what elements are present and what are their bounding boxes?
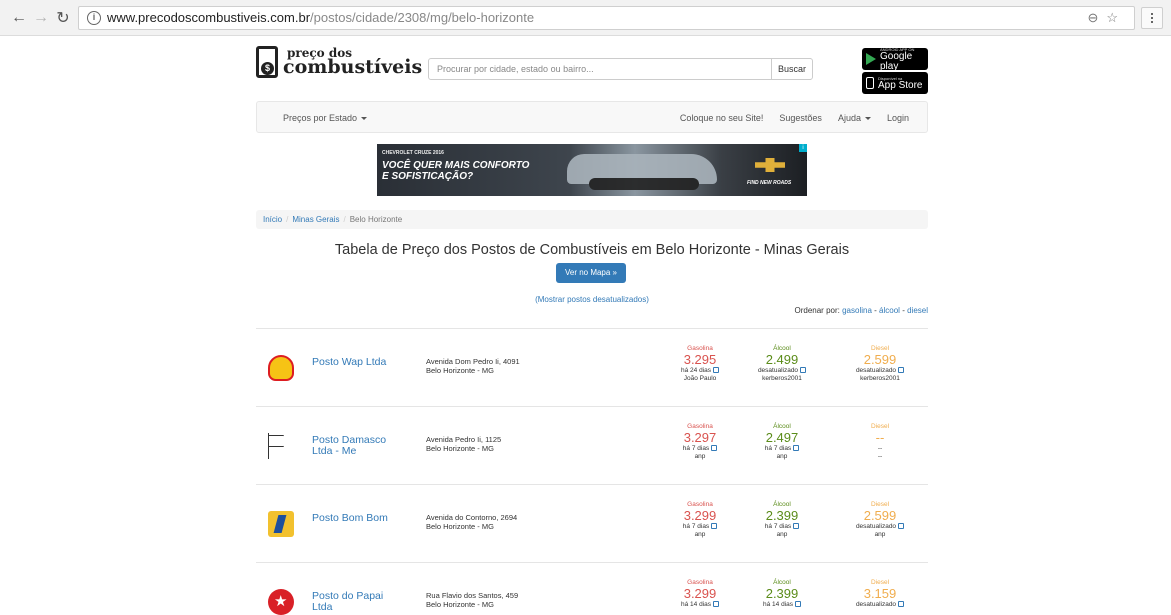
station-address: Avenida do Contorno, 2694 Belo Horizonte … [426, 513, 518, 531]
texaco-logo-icon [268, 589, 294, 615]
diesel-price: Diesel 2.599 desatualizado anp [850, 501, 910, 539]
station-row: Posto Wap Ltda Avenida Dom Pedro Ii, 409… [256, 328, 928, 406]
search-input[interactable]: Procurar por cidade, estado ou bairro... [428, 58, 811, 80]
alcohol-price: Álcool 2.399 há 7 dias anp [764, 501, 800, 538]
url-host: www.precodoscombustiveis.com.br [107, 10, 311, 25]
diesel-price: Diesel 2.599 desatualizado kerberos2001 [850, 345, 910, 383]
sort-options: Ordenar por: gasolina - álcool - diesel [794, 306, 929, 315]
alcohol-price: Álcool 2.399 há 14 dias [752, 579, 812, 609]
station-name-link[interactable]: Posto do Papai Ltda [312, 591, 402, 613]
shell-logo-icon [268, 355, 294, 381]
gasoline-price: Gasolina 3.299 há 14 dias [670, 579, 730, 609]
search-button[interactable]: Buscar [771, 58, 813, 80]
flag-icon [268, 433, 294, 459]
google-play-icon [866, 53, 876, 65]
edit-price-icon[interactable] [711, 523, 718, 530]
station-row: Posto Bom Bom Avenida do Contorno, 2694 B… [256, 484, 928, 562]
breadcrumb: Início / Minas Gerais / Belo Horizonte [256, 210, 928, 229]
fuel-pump-icon [256, 46, 278, 78]
reload-icon[interactable]: ↻ [52, 8, 74, 28]
edit-price-icon[interactable] [800, 367, 807, 374]
station-address: Avenida Dom Pedro Ii, 4091 Belo Horizonte… [426, 357, 520, 375]
address-bar[interactable]: i www.precodoscombustiveis.com.br/postos… [78, 5, 1135, 30]
forward-icon[interactable]: → [30, 9, 52, 27]
gasoline-price: Gasolina 3.299 há 7 dias anp [682, 501, 718, 538]
ad-banner[interactable]: CHEVROLET CRUZE 2016 VOCÊ QUER MAIS CONF… [377, 144, 807, 196]
sort-gasoline-link[interactable]: gasolina [842, 306, 872, 315]
station-name-link[interactable]: Posto Bom Bom [312, 513, 402, 524]
site-logo[interactable]: preço dos combustíveis [256, 46, 422, 78]
page-container: preço dos combustíveis Procurar por cida… [256, 36, 928, 615]
google-play-badge[interactable]: ANDROID APP ON Google play [862, 47, 928, 71]
diesel-price: Diesel -- -- -- [870, 423, 890, 460]
edit-price-icon[interactable] [898, 367, 905, 374]
edit-price-icon[interactable] [795, 601, 801, 608]
app-store-badge[interactable]: Disponível na App Store [862, 72, 928, 94]
show-outdated-link[interactable]: (Mostrar postos desatualizados) [256, 295, 928, 304]
logo-line-2: combustíveis [283, 55, 423, 78]
station-row: Posto do Papai Ltda Rua Flavio dos Santo… [256, 562, 928, 615]
sort-alcohol-link[interactable]: álcool [879, 306, 900, 315]
ad-choices-icon[interactable]: i [799, 144, 807, 152]
edit-price-icon[interactable] [793, 523, 800, 530]
edit-price-icon[interactable] [713, 601, 719, 608]
edit-price-icon[interactable] [898, 523, 905, 530]
nav-states-dropdown[interactable]: Preços por Estado [283, 113, 368, 123]
edit-price-icon[interactable] [711, 445, 718, 452]
browser-menu-icon[interactable] [1141, 6, 1163, 29]
gasoline-price: Gasolina 3.297 há 7 dias anp [682, 423, 718, 460]
view-map-button[interactable]: Ver no Mapa » [556, 263, 626, 283]
diesel-price: Diesel 3.159 desatualizado [850, 579, 910, 609]
bookmark-star-icon[interactable]: ☆ [1106, 10, 1126, 25]
breadcrumb-home[interactable]: Início [263, 215, 282, 224]
breadcrumb-city: Belo Horizonte [349, 215, 403, 224]
station-name-link[interactable]: Posto Damasco Ltda - Me [312, 435, 402, 457]
car-image [567, 154, 717, 190]
zoom-icon[interactable]: ⊖ [1087, 10, 1106, 25]
info-icon[interactable]: i [87, 10, 101, 25]
caret-down-icon [361, 117, 368, 121]
caret-down-icon [864, 117, 871, 121]
site-header: preço dos combustíveis Procurar por cida… [256, 36, 928, 98]
browser-toolbar: ← → ↻ i www.precodoscombustiveis.com.br /… [0, 0, 1171, 36]
alcohol-price: Álcool 2.499 desatualizado kerberos2001 [752, 345, 812, 383]
edit-price-icon[interactable] [898, 601, 905, 608]
main-navbar: Preços por Estado Coloque no seu Site! S… [256, 101, 928, 133]
breadcrumb-state[interactable]: Minas Gerais [292, 215, 339, 224]
gasoline-price: Gasolina 3.295 há 24 dias João Paulo [670, 345, 730, 383]
url-path: /postos/cidade/2308/mg/belo-horizonte [310, 10, 535, 25]
station-row: Posto Damasco Ltda - Me Avenida Pedro Ii… [256, 406, 928, 484]
page-title: Tabela de Preço dos Postos de Combustíve… [334, 242, 850, 258]
station-address: Rua Flavio dos Santos, 459 Belo Horizonte… [426, 591, 519, 609]
back-icon[interactable]: ← [8, 9, 30, 27]
station-address: Avenida Pedro Ii, 1125 Belo Horizonte - M… [426, 435, 502, 453]
edit-price-icon[interactable] [713, 367, 719, 374]
ipiranga-logo-icon [268, 511, 294, 537]
station-name-link[interactable]: Posto Wap Ltda [312, 357, 402, 368]
nav-put-on-site[interactable]: Coloque no seu Site! [680, 113, 764, 123]
edit-price-icon[interactable] [793, 445, 800, 452]
alcohol-price: Álcool 2.497 há 7 dias anp [764, 423, 800, 460]
nav-suggestions[interactable]: Sugestões [779, 113, 822, 123]
sort-diesel-link[interactable]: diesel [907, 306, 928, 315]
phone-icon [866, 77, 874, 89]
nav-help-dropdown[interactable]: Ajuda [838, 113, 871, 123]
chevrolet-logo-icon [755, 158, 785, 172]
nav-login[interactable]: Login [887, 113, 909, 123]
